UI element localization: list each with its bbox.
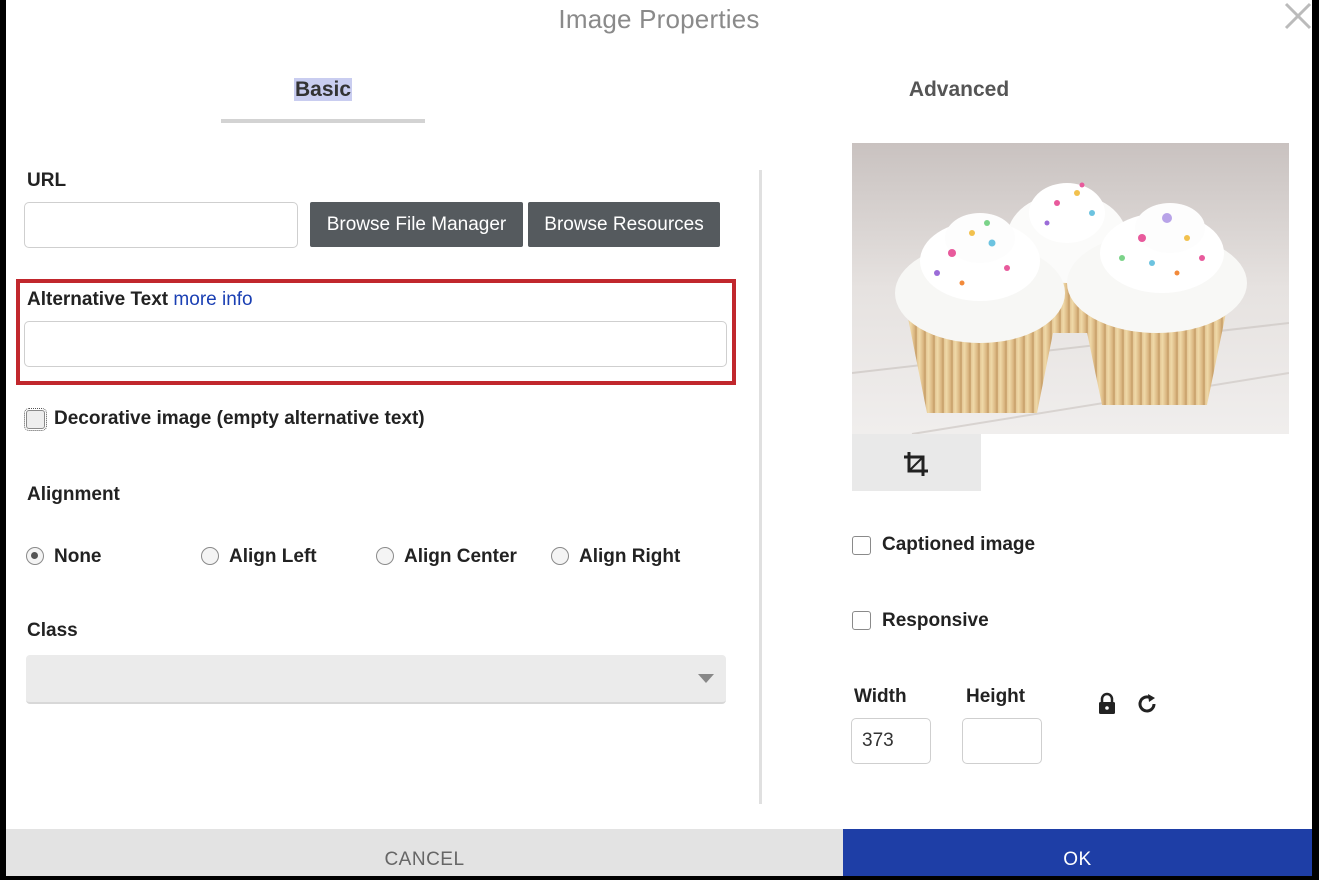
alignment-none-radio[interactable]: [26, 547, 44, 565]
alt-text-label-text: Alternative Text: [27, 289, 169, 310]
alignment-left-radio[interactable]: [201, 547, 219, 565]
alignment-none-label: None: [54, 546, 102, 567]
more-info-link[interactable]: more info: [173, 289, 252, 310]
tab-active-indicator: [221, 119, 425, 123]
close-icon[interactable]: [1280, 0, 1312, 34]
image-preview: [852, 143, 1289, 434]
url-label: URL: [27, 170, 67, 191]
browse-resources-button[interactable]: Browse Resources: [528, 202, 720, 247]
decorative-image-label: Decorative image (empty alternative text…: [54, 408, 425, 429]
url-input[interactable]: [24, 202, 298, 248]
crop-button[interactable]: [852, 434, 981, 491]
alignment-center-radio[interactable]: [376, 547, 394, 565]
cupcakes-image: [852, 143, 1289, 434]
height-label: Height: [966, 686, 1026, 707]
chevron-down-icon: [698, 674, 714, 683]
captioned-image-label: Captioned image: [882, 534, 1036, 555]
alignment-right-label: Align Right: [579, 546, 681, 567]
lock-icon[interactable]: [1095, 692, 1119, 716]
height-input[interactable]: [962, 718, 1042, 764]
alignment-right-radio[interactable]: [551, 547, 569, 565]
tab-basic-label: Basic: [293, 78, 353, 101]
alignment-center-label: Align Center: [404, 546, 517, 567]
column-divider: [759, 170, 762, 804]
alignment-label: Alignment: [27, 484, 120, 505]
decorative-image-checkbox[interactable]: [24, 408, 47, 431]
responsive-label: Responsive: [882, 610, 989, 631]
reset-icon[interactable]: [1135, 692, 1159, 716]
class-select[interactable]: [26, 655, 726, 704]
ok-button[interactable]: OK: [843, 829, 1312, 876]
class-label: Class: [27, 620, 78, 641]
responsive-checkbox[interactable]: [852, 611, 871, 630]
alt-text-input[interactable]: [24, 321, 727, 367]
browse-file-manager-button[interactable]: Browse File Manager: [310, 202, 523, 247]
alignment-left-label: Align Left: [229, 546, 317, 567]
crop-icon: [904, 452, 928, 476]
width-input[interactable]: [851, 718, 931, 764]
width-label: Width: [854, 686, 907, 707]
cancel-button[interactable]: CANCEL: [6, 829, 843, 876]
image-properties-dialog: Image Properties Basic Advanced URL Brow…: [6, 0, 1312, 876]
dialog-title: Image Properties: [558, 4, 760, 34]
alt-text-label: Alternative Text more info: [27, 289, 253, 311]
tab-advanced[interactable]: Advanced: [866, 78, 1052, 102]
captioned-image-checkbox[interactable]: [852, 536, 871, 555]
tab-basic[interactable]: Basic: [221, 78, 425, 102]
